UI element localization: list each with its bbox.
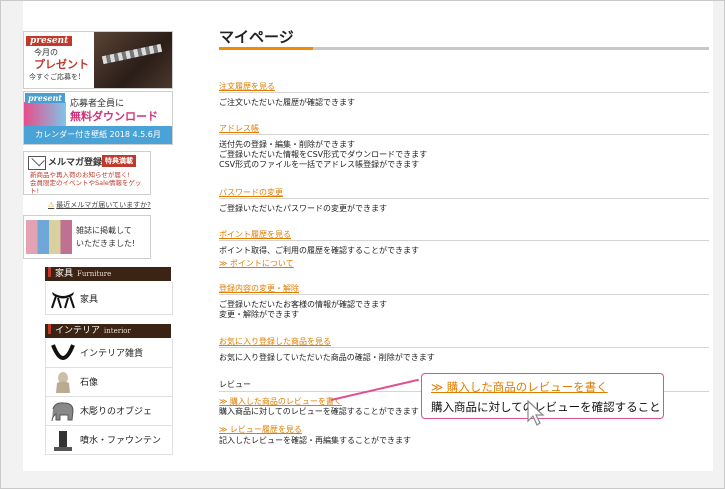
section-divider — [219, 134, 709, 135]
page-title: マイページ — [219, 28, 294, 46]
download-banner[interactable]: present 応募者全員に 無料ダウンロード カレンダー付き壁紙 2018 4… — [23, 91, 173, 145]
horseshoe-icon — [51, 344, 75, 360]
download-image — [24, 102, 66, 126]
download-line2: 無料ダウンロード — [70, 110, 158, 123]
point-history-link[interactable]: ポイント履歴を見る — [219, 229, 291, 240]
mailmag-badge: 特典満載 — [102, 155, 136, 167]
category-label: 石像 — [80, 378, 99, 388]
statue-icon — [56, 372, 70, 393]
address-book-link[interactable]: アドレス帳 — [219, 123, 259, 134]
mouse-cursor-icon — [527, 399, 545, 426]
screenshot-frame: present 今月の プレゼント 今すぐご応募を! present 応募者全員… — [0, 0, 725, 489]
section-divider — [219, 198, 709, 199]
mailmag-title: メルマガ登録 — [48, 158, 103, 168]
account-edit-desc: ご登録いただいたお客様の情報が確認できます 変更・解除ができます — [219, 300, 387, 319]
magazine-line1: 雑誌に掲載して — [76, 226, 132, 235]
category-item-fountain[interactable]: 噴水・ファウンテン — [45, 426, 173, 455]
fountain-icon — [54, 431, 72, 451]
magazine-banner[interactable]: 雑誌に掲載して いただきました! — [23, 215, 151, 259]
password-change-link[interactable]: パスワードの変更 — [219, 187, 283, 198]
mail-icon — [28, 156, 46, 170]
favorites-desc: お気に入り登録していただいた商品の確認・削除ができます — [219, 353, 435, 362]
present-tag: present — [26, 36, 73, 46]
category-label: インテリア雑貨 — [80, 349, 144, 359]
download-footer: カレンダー付き壁紙 2018 4.5.6月 — [24, 126, 172, 144]
address-book-desc: 送付先の登録・編集・削除ができます ご登録いただいた情報をCSV形式でダウンロー… — [219, 140, 428, 169]
order-history-link[interactable]: 注文履歴を見る — [219, 81, 275, 92]
category-item-furniture[interactable]: 家具 — [45, 282, 173, 315]
section-divider — [219, 294, 709, 295]
magazine-image — [26, 220, 72, 254]
present-banner[interactable]: present 今月の プレゼント 今すぐご応募を! — [23, 31, 173, 89]
review-heading: レビュー — [219, 380, 251, 389]
write-review-desc: 購入商品に対してのレビューを確認することができます — [219, 407, 419, 416]
warning-icon: ⚠ — [48, 201, 55, 209]
about-points-link[interactable]: ≫ ポイントについて — [219, 258, 294, 269]
category-label: 家具 — [80, 295, 99, 305]
section-divider — [219, 92, 709, 93]
present-photo — [94, 32, 172, 88]
favorites-link[interactable]: お気に入り登録した商品を見る — [219, 336, 331, 347]
mailmag-banner[interactable]: メルマガ登録 特典満載 新商品や再入荷のお知らせが届く! 会員限定のイベントやS… — [23, 151, 151, 195]
account-edit-link[interactable]: 登録内容の変更・解除 — [219, 283, 299, 294]
elephant-icon — [51, 402, 74, 422]
category-item-statue[interactable]: 石像 — [45, 368, 173, 397]
review-history-desc: 記入したレビューを確認・再編集することができます — [219, 436, 411, 445]
magazine-line2: いただきました! — [76, 239, 136, 248]
password-change-desc: ご登録いただいたパスワードの変更ができます — [219, 204, 387, 213]
section-divider — [219, 240, 709, 241]
mail-help-link[interactable]: ⚠ 最近メルマガ届いていますか? — [48, 200, 151, 210]
category-label: 木彫りのオブジェ — [80, 407, 153, 417]
category-header-interior: インテリア interior — [45, 324, 171, 338]
category-header-furniture: 家具 Furniture — [45, 267, 171, 281]
download-tag: present — [25, 93, 66, 103]
mailmag-text1: 新商品や再入荷のお知らせが届く! — [30, 171, 130, 179]
present-line2: プレゼント — [34, 58, 89, 71]
mailmag-text2: 会員限定のイベントやSale情報をゲット! — [30, 179, 142, 195]
callout-review-link[interactable]: ≫ 購入した商品のレビューを書く — [431, 379, 608, 395]
category-item-interior-goods[interactable]: インテリア雑貨 — [45, 339, 173, 368]
category-item-wood-object[interactable]: 木彫りのオブジェ — [45, 397, 173, 426]
order-history-desc: ご注文いただいた履歴が確認できます — [219, 98, 355, 107]
category-label: 噴水・ファウンテン — [80, 436, 162, 446]
write-review-link[interactable]: ≫ 購入した商品のレビューを書く — [219, 396, 342, 407]
chair-icon — [51, 292, 75, 309]
section-divider — [219, 347, 709, 348]
present-line3: 今すぐご応募を! — [29, 73, 81, 81]
point-history-desc: ポイント取得、ご利用の履歴を確認することができます — [219, 246, 419, 255]
title-underline — [219, 47, 709, 50]
review-history-link[interactable]: ≫ レビュー履歴を見る — [219, 424, 302, 435]
